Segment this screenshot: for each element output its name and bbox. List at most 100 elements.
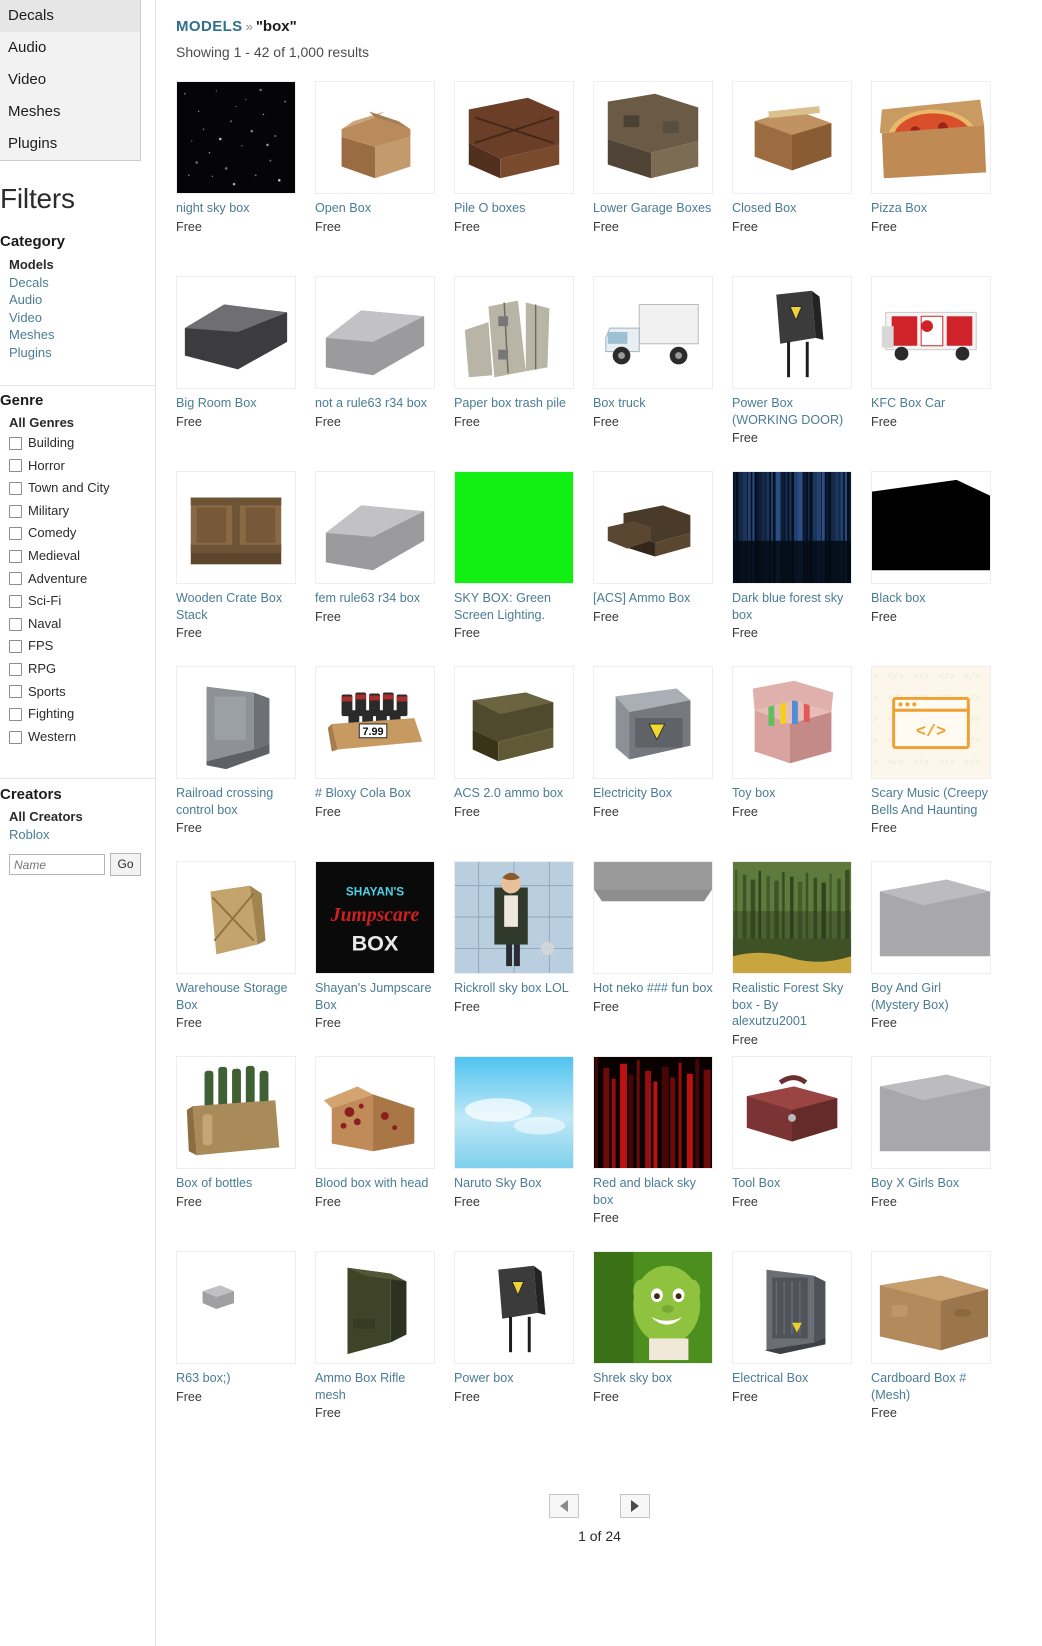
item-thumbnail[interactable] <box>732 1056 852 1169</box>
item-thumbnail[interactable] <box>176 81 296 194</box>
item-name-link[interactable]: fem rule63 r34 box <box>315 590 435 607</box>
item-thumbnail[interactable] <box>732 666 852 779</box>
item-name-link[interactable]: Pile O boxes <box>454 200 574 217</box>
item-name-link[interactable]: Big Room Box <box>176 395 296 412</box>
item-thumbnail[interactable] <box>732 81 852 194</box>
item-thumbnail[interactable]: SHAYAN'S Jumpscare BOX <box>315 861 435 974</box>
item-name-link[interactable]: Railroad crossing control box <box>176 785 296 818</box>
item-name-link[interactable]: Blood box with head <box>315 1175 435 1192</box>
item-thumbnail[interactable] <box>871 471 991 584</box>
item-thumbnail[interactable] <box>732 471 852 584</box>
item-thumbnail[interactable] <box>315 1056 435 1169</box>
genre-row-medieval[interactable]: Medieval <box>0 545 155 568</box>
item-thumbnail[interactable] <box>454 1056 574 1169</box>
genre-checkbox-military[interactable] <box>9 504 22 518</box>
item-thumbnail[interactable] <box>871 1251 991 1364</box>
next-page-button[interactable] <box>619 1494 650 1518</box>
item-name-link[interactable]: Shayan's Jumpscare Box <box>315 980 435 1013</box>
item-name-link[interactable]: Realistic Forest Sky box - By alexutzu20… <box>732 980 852 1030</box>
item-thumbnail[interactable] <box>176 276 296 389</box>
item-name-link[interactable]: Naruto Sky Box <box>454 1175 574 1192</box>
item-name-link[interactable]: Wooden Crate Box Stack <box>176 590 296 623</box>
item-name-link[interactable]: Power box <box>454 1370 574 1387</box>
type-menu-item-meshes[interactable]: Meshes <box>0 96 140 128</box>
genre-row-adventure[interactable]: Adventure <box>0 568 155 591</box>
item-thumbnail[interactable]: 7.99 <box>315 666 435 779</box>
category-item-models[interactable]: Models <box>0 256 155 274</box>
genre-row-western[interactable]: Western <box>0 726 155 749</box>
item-thumbnail[interactable] <box>454 81 574 194</box>
genre-checkbox-adventure[interactable] <box>9 572 22 586</box>
item-thumbnail[interactable] <box>593 1251 713 1364</box>
item-thumbnail[interactable] <box>871 81 991 194</box>
type-menu-item-decals[interactable]: Decals <box>0 0 140 32</box>
genre-row-sci-fi[interactable]: Sci-Fi <box>0 590 155 613</box>
item-name-link[interactable]: Pizza Box <box>871 200 991 217</box>
genre-row-building[interactable]: Building <box>0 432 155 455</box>
genre-checkbox-fps[interactable] <box>9 640 22 654</box>
creator-go-button[interactable]: Go <box>110 853 141 876</box>
genre-row-town-and-city[interactable]: Town and City <box>0 477 155 500</box>
item-name-link[interactable]: Scary Music (Creepy Bells And Haunting <box>871 785 991 818</box>
item-name-link[interactable]: night sky box <box>176 200 296 217</box>
item-thumbnail[interactable]: </> </> </> </> </> </> </> </> </> </> </> </> </> <… <box>871 666 991 779</box>
creators-all-label[interactable]: All Creators <box>0 809 155 824</box>
item-thumbnail[interactable] <box>732 861 852 974</box>
item-name-link[interactable]: Box truck <box>593 395 713 412</box>
genre-checkbox-western[interactable] <box>9 730 22 744</box>
item-thumbnail[interactable] <box>176 1251 296 1364</box>
item-thumbnail[interactable] <box>593 471 713 584</box>
item-thumbnail[interactable] <box>315 276 435 389</box>
genre-row-naval[interactable]: Naval <box>0 613 155 636</box>
item-thumbnail[interactable] <box>593 1056 713 1169</box>
category-item-meshes[interactable]: Meshes <box>0 326 155 344</box>
item-thumbnail[interactable] <box>454 666 574 779</box>
item-name-link[interactable]: Rickroll sky box LOL <box>454 980 574 997</box>
item-name-link[interactable]: Tool Box <box>732 1175 852 1192</box>
item-thumbnail[interactable] <box>593 666 713 779</box>
item-name-link[interactable]: Electricity Box <box>593 785 713 802</box>
item-thumbnail[interactable] <box>315 471 435 584</box>
item-thumbnail[interactable] <box>176 666 296 779</box>
item-name-link[interactable]: Boy And Girl (Mystery Box) <box>871 980 991 1013</box>
genre-row-horror[interactable]: Horror <box>0 455 155 478</box>
category-item-audio[interactable]: Audio <box>0 291 155 309</box>
item-name-link[interactable]: Lower Garage Boxes <box>593 200 713 217</box>
item-thumbnail[interactable] <box>315 81 435 194</box>
type-menu-item-audio[interactable]: Audio <box>0 32 140 64</box>
item-name-link[interactable]: Paper box trash pile <box>454 395 574 412</box>
item-name-link[interactable]: Toy box <box>732 785 852 802</box>
item-name-link[interactable]: Electrical Box <box>732 1370 852 1387</box>
genre-row-fps[interactable]: FPS <box>0 635 155 658</box>
genre-checkbox-town-and-city[interactable] <box>9 481 22 495</box>
genre-row-rpg[interactable]: RPG <box>0 658 155 681</box>
item-name-link[interactable]: Black box <box>871 590 991 607</box>
item-thumbnail[interactable] <box>732 1251 852 1364</box>
genre-row-sports[interactable]: Sports <box>0 681 155 704</box>
item-name-link[interactable]: Ammo Box Rifle mesh <box>315 1370 435 1403</box>
item-thumbnail[interactable] <box>176 471 296 584</box>
creators-roblox-link[interactable]: Roblox <box>0 826 155 844</box>
category-item-video[interactable]: Video <box>0 309 155 327</box>
item-thumbnail[interactable] <box>454 471 574 584</box>
item-name-link[interactable]: Closed Box <box>732 200 852 217</box>
genre-checkbox-sports[interactable] <box>9 685 22 699</box>
genre-row-fighting[interactable]: Fighting <box>0 703 155 726</box>
item-name-link[interactable]: Boy X Girls Box <box>871 1175 991 1192</box>
genre-checkbox-building[interactable] <box>9 436 22 450</box>
category-item-decals[interactable]: Decals <box>0 274 155 292</box>
item-name-link[interactable]: Hot neko ### fun box <box>593 980 713 997</box>
item-name-link[interactable]: Power Box (WORKING DOOR) <box>732 395 852 428</box>
item-name-link[interactable]: Cardboard Box # (Mesh) <box>871 1370 991 1403</box>
item-name-link[interactable]: SKY BOX: Green Screen Lighting. <box>454 590 574 623</box>
item-thumbnail[interactable] <box>593 861 713 974</box>
previous-page-button[interactable] <box>549 1494 580 1518</box>
item-thumbnail[interactable] <box>871 1056 991 1169</box>
item-thumbnail[interactable] <box>315 1251 435 1364</box>
genre-checkbox-rpg[interactable] <box>9 662 22 676</box>
item-name-link[interactable]: Open Box <box>315 200 435 217</box>
item-thumbnail[interactable] <box>176 861 296 974</box>
item-thumbnail[interactable] <box>176 1056 296 1169</box>
item-thumbnail[interactable] <box>454 1251 574 1364</box>
genre-checkbox-fighting[interactable] <box>9 707 22 721</box>
